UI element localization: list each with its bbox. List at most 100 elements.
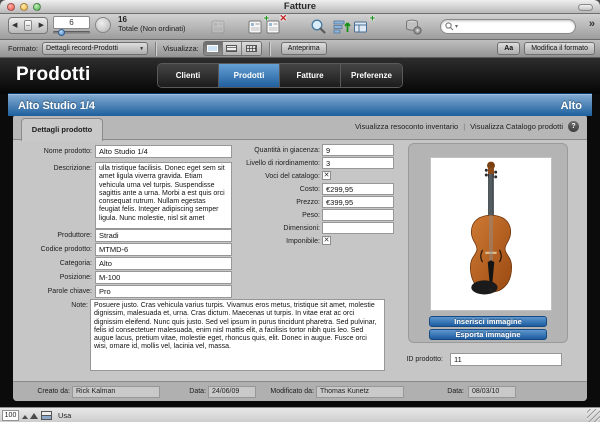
record-metadata-strip: Creato da: Rick Kalman Data: 24/06/09 Mo… (13, 381, 587, 401)
find-button[interactable] (310, 18, 328, 36)
detail-panel: Dettagli prodotto Visualizza resoconto i… (13, 116, 587, 401)
previous-record-button[interactable]: ◀ (12, 22, 17, 29)
id-prodotto-field[interactable]: 11 (450, 353, 562, 366)
form-view-button[interactable] (203, 42, 223, 55)
peso-field[interactable] (322, 209, 394, 221)
delete-badge-icon: ✕ (279, 13, 287, 23)
link-product-catalog[interactable]: Visualizza Catalogo prodotti (470, 122, 563, 131)
record-navigation-control: ◀ ▶ (8, 17, 48, 34)
prezzo-field[interactable]: €399,95 (322, 196, 394, 208)
formatting-bar-button[interactable]: Aa (497, 42, 521, 55)
layout-bar: Formato: Dettagli record-Prodotti ▼ Visu… (0, 40, 600, 58)
layout-popup-menu[interactable]: Dettagli record-Prodotti ▼ (42, 42, 149, 55)
export-image-button[interactable]: Esporta immagine (429, 329, 547, 340)
dimensioni-label: Dimensioni: (283, 225, 320, 232)
share-button[interactable]: + (353, 14, 375, 36)
created-by-field[interactable]: Rick Kalman (72, 386, 160, 398)
close-window-button[interactable] (7, 3, 15, 11)
minimize-window-button[interactable] (20, 3, 28, 11)
categoria-field[interactable]: Alto (95, 257, 232, 270)
livello-field[interactable]: 3 (322, 157, 394, 169)
parole-chiave-field[interactable]: Pro (95, 285, 232, 298)
window-title: Fatture (283, 1, 317, 12)
current-record-field[interactable]: 6 (53, 16, 90, 29)
id-prodotto-label: ID prodotto: (406, 356, 443, 363)
parole-chiave-label: Parole chiave: (47, 288, 92, 295)
found-count: 16 (118, 15, 127, 24)
found-set-pie-button[interactable] (95, 17, 111, 33)
help-button[interactable]: ? (568, 121, 579, 132)
delete-record-button[interactable]: ✕ (265, 14, 287, 36)
mode-popup[interactable]: Usa (58, 411, 71, 420)
note-field[interactable]: Posuere justo. Cras vehicula varius turp… (90, 299, 385, 371)
prezzo-label: Prezzo: (296, 199, 320, 206)
tab-dettagli-prodotto[interactable]: Dettagli prodotto (21, 118, 103, 141)
livello-label: Livello di riordinamento: (246, 160, 320, 167)
new-record-button[interactable]: + (247, 14, 269, 36)
page-title: Prodotti (16, 64, 91, 85)
insert-image-button[interactable]: Inserisci immagine (429, 316, 547, 327)
show-all-records-button[interactable] (210, 18, 228, 36)
view-mode-segments (202, 41, 262, 56)
imponibile-checkbox[interactable]: ✕ (322, 236, 331, 245)
violin-image (469, 161, 513, 295)
modified-date-field[interactable]: 08/03/10 (468, 386, 516, 398)
tab-prodotti[interactable]: Prodotti (219, 64, 280, 87)
costo-field[interactable]: €299,95 (322, 183, 394, 195)
produttore-label: Produttore: (57, 232, 92, 239)
list-view-button[interactable] (222, 42, 242, 55)
navigation-tabs: Clienti Prodotti Fatture Preferenze (157, 63, 403, 88)
product-image-field[interactable] (430, 157, 552, 311)
costo-label: Costo: (299, 186, 320, 193)
zoom-out-icon[interactable] (22, 415, 28, 419)
modified-by-field[interactable]: Thomas Kunetz (316, 386, 404, 398)
created-date-field[interactable]: 24/06/09 (208, 386, 256, 398)
view-label: Visualizza: (163, 44, 199, 53)
app-window: Fatture ◀ ▶ 6 16 Totale (Non ordinati) +… (0, 0, 600, 422)
sort-button[interactable] (333, 18, 351, 36)
zoom-level-field[interactable]: 100 (2, 410, 19, 421)
note-label: Note: (71, 302, 88, 309)
table-view-icon (245, 45, 257, 52)
status-toolbar: ◀ ▶ 6 16 Totale (Non ordinati) + ✕ + ▾ » (0, 14, 600, 40)
database-manage-button[interactable] (405, 18, 423, 36)
voci-catalogo-label: Voci del catalogo: (265, 173, 320, 180)
link-divider: | (463, 122, 466, 131)
next-record-button[interactable]: ▶ (39, 22, 44, 29)
zoom-in-icon[interactable] (30, 413, 38, 419)
record-slider-thumb[interactable] (58, 29, 65, 36)
divider (155, 41, 157, 56)
status-area-toggle-icon[interactable] (41, 411, 52, 420)
modified-by-label: Modificato da: (270, 388, 314, 395)
search-menu-caret-icon[interactable]: ▾ (455, 23, 458, 30)
zoom-window-button[interactable] (33, 3, 41, 11)
resize-grip[interactable] (587, 409, 600, 422)
voci-catalogo-checkbox[interactable]: ✕ (322, 171, 331, 180)
record-title: Alto Studio 1/4 (18, 99, 95, 112)
list-view-icon (226, 45, 238, 52)
tab-fatture[interactable]: Fatture (280, 64, 341, 87)
tab-preferenze[interactable]: Preferenze (341, 64, 402, 87)
status-bar: 100 Usa (0, 407, 600, 422)
quick-find-input[interactable]: ▾ (440, 19, 576, 34)
nome-prodotto-label: Nome prodotto: (43, 148, 92, 155)
form-view-icon (207, 45, 219, 52)
toolbar-overflow-button[interactable]: » (589, 18, 595, 30)
link-inventory-report[interactable]: Visualizza resoconto inventario (355, 122, 458, 131)
posizione-label: Posizione: (59, 274, 92, 281)
search-icon (445, 22, 454, 31)
posizione-field[interactable]: M-100 (95, 271, 232, 284)
add-badge-icon: + (369, 13, 375, 23)
created-by-label: Creato da: (37, 388, 70, 395)
toolbar-toggle-button[interactable] (578, 4, 593, 11)
window-titlebar[interactable]: Fatture (0, 0, 600, 14)
edit-layout-button[interactable]: Modifica il formato (524, 42, 595, 55)
quantita-field[interactable]: 9 (322, 144, 394, 156)
table-view-button[interactable] (241, 42, 261, 55)
image-panel: Inserisci immagine Esporta immagine (408, 143, 568, 343)
preview-button[interactable]: Anteprima (280, 42, 327, 55)
imponibile-label: Imponibile: (286, 238, 320, 245)
tab-clienti[interactable]: Clienti (158, 64, 219, 87)
dimensioni-field[interactable] (322, 222, 394, 234)
peso-label: Peso: (302, 212, 320, 219)
